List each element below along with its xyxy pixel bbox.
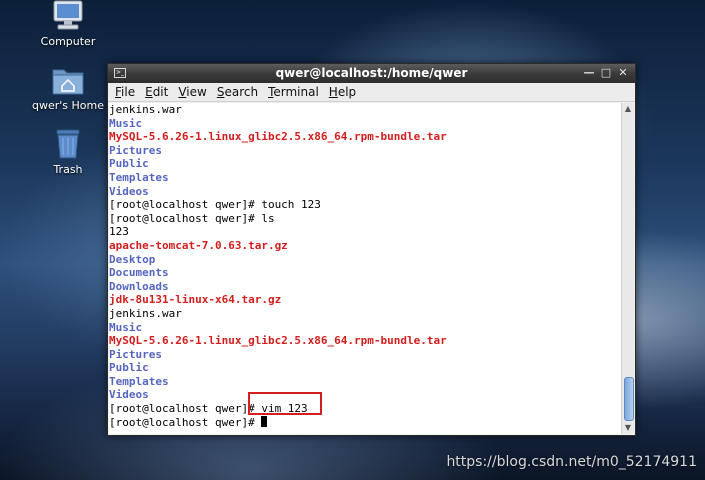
terminal-line: jdk-8u131-linux-x64.tar.gz [109, 293, 282, 307]
terminal-line: MySQL-5.6.26-1.linux_glibc2.5.x86_64.rpm… [109, 334, 447, 348]
terminal-line: Public [109, 157, 149, 171]
watermark: https://blog.csdn.net/m0_52174911 [446, 454, 697, 470]
home-folder-icon [52, 69, 84, 95]
terminal-line: Downloads [109, 279, 169, 293]
terminal-line: Pictures [109, 143, 162, 157]
menu-search[interactable]: Search [212, 83, 263, 100]
terminal-line: MySQL-5.6.26-1.linux_glibc2.5.x86_64.rpm… [109, 130, 447, 144]
desktop-icon-label: qwer's Home [31, 99, 104, 112]
close-icon[interactable]: ✕ [617, 67, 629, 79]
menu-terminal[interactable]: Terminal [263, 83, 324, 100]
terminal-line: Music [109, 116, 143, 130]
menu-view[interactable]: View [173, 83, 211, 100]
minimize-icon[interactable]: — [583, 67, 595, 79]
desktop-icon-computer[interactable]: Computer [25, 0, 111, 48]
trash-icon [56, 129, 80, 159]
scroll-up-icon[interactable]: ▲ [622, 103, 634, 115]
scrollbar-thumb[interactable] [624, 377, 634, 421]
terminal-output[interactable]: jenkins.war Music MySQL-5.6.26-1.linux_gli… [109, 103, 621, 434]
menu-help[interactable]: Help [324, 83, 361, 100]
terminal-line: Music [109, 320, 143, 334]
terminal-line: [root@localhost qwer]# vim 123 [109, 402, 308, 416]
terminal-line: 123 [109, 225, 129, 239]
desktop-icon-label: Trash [53, 163, 83, 176]
desktop-icon-trash[interactable]: Trash [25, 128, 111, 176]
terminal-line: [root@localhost qwer]# ls [109, 211, 275, 225]
terminal-window[interactable]: >_ qwer@localhost:/home/qwer — □ ✕ File E… [107, 63, 636, 436]
maximize-icon[interactable]: □ [600, 67, 612, 79]
terminal-line: Templates [109, 374, 169, 388]
terminal-line: Templates [109, 170, 169, 184]
menu-bar: File Edit View Search Terminal Help [108, 83, 635, 102]
window-titlebar[interactable]: >_ qwer@localhost:/home/qwer — □ ✕ [108, 64, 635, 83]
window-title: qwer@localhost:/home/qwer [275, 66, 468, 80]
desktop-icon-home[interactable]: qwer's Home [25, 64, 111, 112]
terminal-line: jenkins.war [109, 306, 182, 320]
menu-file[interactable]: File [110, 83, 140, 100]
terminal-line: Videos [109, 388, 149, 402]
terminal-line: Public [109, 361, 149, 375]
terminal-line: Desktop [109, 252, 156, 266]
terminal-line: jenkins.war [109, 103, 182, 116]
terminal-line: Pictures [109, 347, 162, 361]
terminal-line: [root@localhost qwer]# touch 123 [109, 198, 321, 212]
terminal-line: apache-tomcat-7.0.63.tar.gz [109, 238, 288, 252]
computer-icon [53, 0, 83, 30]
text-cursor [261, 415, 268, 427]
desktop-icon-label: Computer [40, 35, 96, 48]
terminal-prompt: [root@localhost qwer]# [109, 415, 621, 430]
menu-edit[interactable]: Edit [140, 83, 173, 100]
scroll-down-icon[interactable]: ▼ [622, 422, 634, 434]
scrollbar[interactable]: ▲ ▼ [621, 103, 634, 434]
terminal-line: Documents [109, 266, 169, 280]
terminal-line: Videos [109, 184, 149, 198]
